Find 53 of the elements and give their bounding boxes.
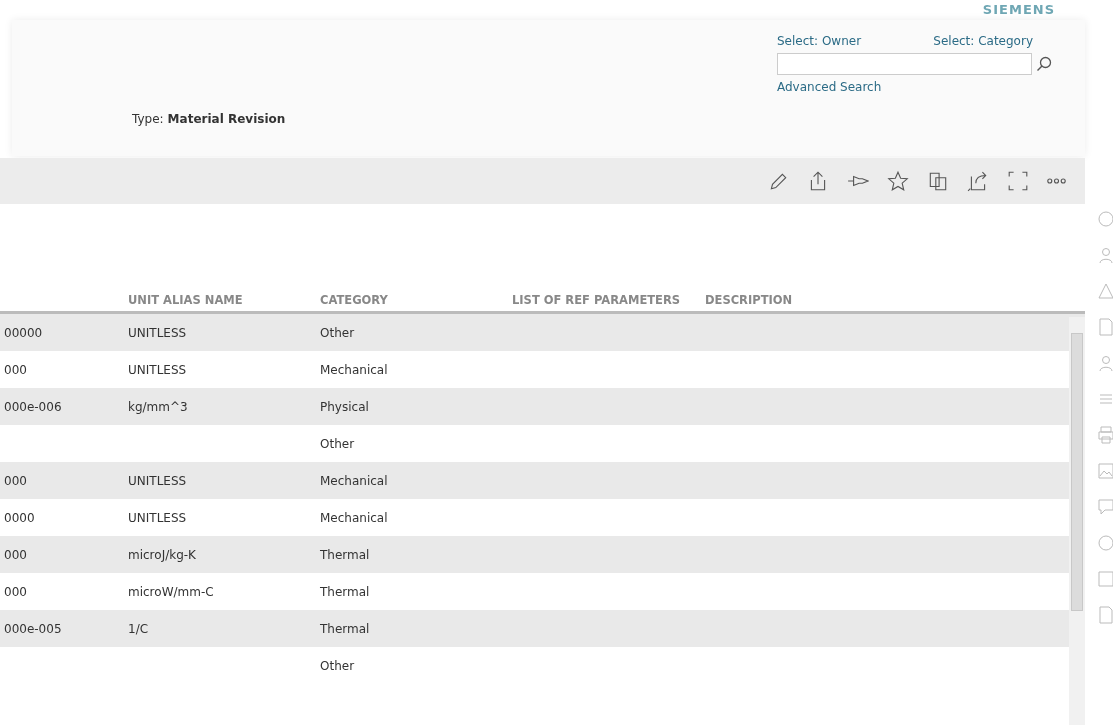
table-cell: UNITLESS	[128, 510, 187, 525]
table-cell: Other	[320, 436, 355, 451]
search-field[interactable]	[777, 53, 1032, 75]
logo-text: SIEMENS	[981, 1, 1056, 19]
table-cell: UNITLESS	[128, 473, 187, 488]
triangle-icon[interactable]	[1097, 282, 1113, 300]
person-icon[interactable]	[1097, 246, 1113, 264]
type-value: Material Revision	[167, 112, 286, 126]
fullscreen-icon	[1007, 170, 1029, 192]
table-cell: kg/mm^3	[128, 399, 188, 414]
more-icon	[1047, 178, 1066, 184]
document-icon[interactable]	[1097, 318, 1113, 336]
category-link[interactable]: Select: Category	[933, 32, 1033, 50]
star-icon	[887, 170, 909, 192]
table-cell: 000	[4, 584, 27, 599]
comment-icon[interactable]	[1097, 498, 1113, 516]
copy-icon	[927, 170, 949, 192]
table-cell: microJ/kg-K	[128, 547, 196, 562]
table-cell: 00000	[4, 325, 43, 340]
advanced-search-link[interactable]: Advanced Search	[777, 78, 1057, 96]
table-cell: Physical	[320, 399, 369, 414]
table-cell: 1/C	[128, 621, 149, 636]
column-header: CATEGORY	[320, 292, 389, 309]
table-cell: 0000	[4, 510, 35, 525]
search-icon	[1036, 56, 1052, 72]
owner-link[interactable]: Select: Owner	[777, 32, 862, 50]
table-cell: Mechanical	[320, 473, 388, 488]
table-cell: 000e-005	[4, 621, 62, 636]
column-header: DESCRIPTION	[705, 292, 793, 309]
column-header: LIST OF REF PARAMETERS	[512, 292, 682, 309]
table-cell: Thermal	[320, 584, 370, 599]
export-icon	[967, 170, 989, 192]
type-label: Type:	[132, 112, 164, 126]
table-cell: Other	[320, 325, 355, 340]
table-cell: 000e-006	[4, 399, 62, 414]
person-icon[interactable]	[1097, 354, 1113, 372]
table-cell: UNITLESS	[128, 362, 187, 377]
table-cell: 000	[4, 547, 27, 562]
table-cell: 000	[4, 362, 27, 377]
document-icon[interactable]	[1097, 606, 1113, 624]
table-cell: UNITLESS	[128, 325, 187, 340]
table-cell: Thermal	[320, 547, 370, 562]
table-cell: Mechanical	[320, 510, 388, 525]
search-button[interactable]	[1036, 56, 1052, 72]
scrollbar-thumb[interactable]	[1071, 333, 1083, 611]
table-cell: Other	[320, 658, 355, 673]
table-cell: 000	[4, 473, 27, 488]
image-icon[interactable]	[1097, 462, 1113, 480]
table-cell: microW/mm-C	[128, 584, 214, 599]
table-cell: Mechanical	[320, 362, 388, 377]
printer-icon[interactable]	[1097, 426, 1113, 444]
column-header: UNIT ALIAS NAME	[128, 292, 244, 309]
table-cell: Thermal	[320, 621, 370, 636]
